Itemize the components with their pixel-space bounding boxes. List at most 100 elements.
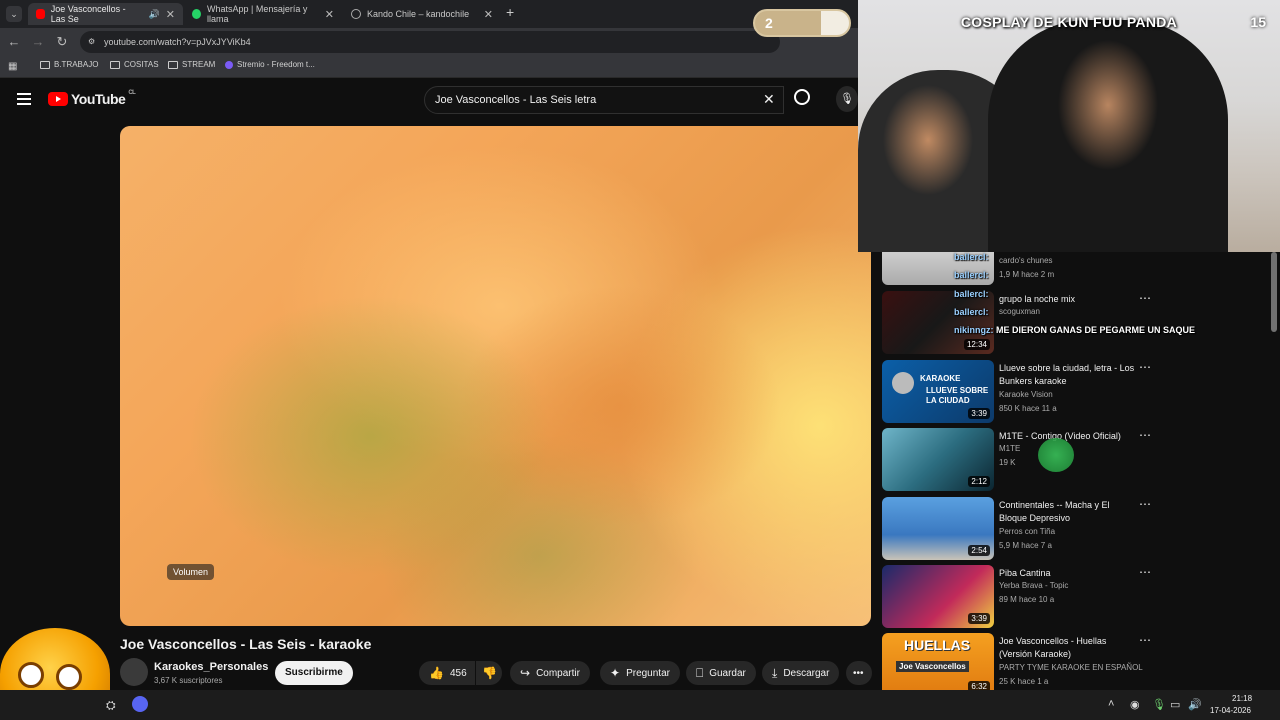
youtube-favicon-icon <box>36 9 45 19</box>
video-duration: 2:54 <box>968 545 990 556</box>
tray-chevron-icon[interactable]: ˄ <box>1108 698 1114 710</box>
tab-search-button[interactable]: ⌄ <box>6 6 22 22</box>
back-arrow-icon[interactable]: ← <box>6 34 22 50</box>
stremio-icon <box>225 60 233 69</box>
more-actions-button[interactable]: ••• <box>846 661 872 685</box>
reload-icon[interactable]: ↻ <box>54 34 70 50</box>
thumb-text: Joe Vasconcellos <box>896 661 969 672</box>
clock-date[interactable]: 17-04-2026 <box>1210 706 1251 715</box>
more-options-icon[interactable]: ⋯ <box>1139 633 1152 647</box>
url-text: youtube.com/watch?v=pJVxJYViKb4 <box>104 37 251 47</box>
list-item[interactable]: 2:54 Continentales -- Macha y El Bloque … <box>882 497 1262 561</box>
progress-value: 2 <box>765 15 773 31</box>
more-dots-icon: ••• <box>853 667 864 679</box>
share-button[interactable]: ↪ Compartir <box>510 661 590 685</box>
more-options-icon[interactable]: ⋯ <box>1139 291 1152 305</box>
region-code: CL <box>128 90 136 96</box>
rec-title[interactable]: Piba Cantina <box>999 567 1139 580</box>
download-button[interactable]: ⤓ Descargar <box>762 661 840 685</box>
list-item[interactable]: HUELLAS Joe Vasconcellos 6:32 Joe Vascon… <box>882 633 1262 690</box>
rec-channel: Perros con Tiña <box>999 527 1056 536</box>
site-info-icon[interactable]: ⚙ <box>88 31 95 53</box>
rec-title[interactable]: grupo la noche mix <box>999 293 1139 306</box>
channel-name[interactable]: Karaokes_Personales <box>154 661 268 673</box>
bookmark-folder[interactable]: STREAM <box>168 60 215 69</box>
clock-time[interactable]: 21:18 <box>1232 694 1252 703</box>
video-thumbnail[interactable]: 2:12 <box>882 428 994 491</box>
video-thumbnail[interactable]: 3:39 <box>882 565 994 628</box>
subscriber-count: 3,67 K suscriptores <box>154 676 223 685</box>
rec-title[interactable]: Llueve sobre la ciudad, letra - Los Bunk… <box>999 362 1139 388</box>
os-taskbar: ⛭ ˄ ◉ 🎙 ▭ 🔊 21:18 17-04-2026 <box>0 690 1280 720</box>
tray-network-icon[interactable]: ▭ <box>1170 698 1180 711</box>
apps-grid-icon[interactable]: ▦ <box>8 61 17 72</box>
tray-volume-icon[interactable]: 🔊 <box>1188 698 1202 711</box>
new-tab-button[interactable]: + <box>506 4 514 20</box>
rec-meta: 850 K hace 11 a <box>999 404 1057 413</box>
list-item[interactable]: cardo's chunes 1,9 M hace 2 m <box>882 252 1262 286</box>
list-item[interactable]: 12:34 grupo la noche mix scoguxman ⋯ <box>882 291 1262 355</box>
tab-whatsapp[interactable]: WhatsApp | Mensajería y llama ✕ <box>184 3 342 25</box>
discord-icon[interactable] <box>132 696 148 712</box>
search-input[interactable]: Joe Vasconcellos - Las Seis letra <box>424 86 784 114</box>
thumbs-down-icon: 👎 <box>482 666 497 680</box>
bookmark-folder[interactable]: COSITAS <box>110 60 159 69</box>
video-player[interactable]: Volumen <box>120 126 871 626</box>
rec-title[interactable]: M1TE - Contigo (Video Oficial) <box>999 430 1139 443</box>
download-label: Descargar <box>783 667 830 679</box>
forward-arrow-icon[interactable]: → <box>30 34 46 50</box>
youtube-logo[interactable]: YouTube CL <box>48 90 136 107</box>
close-tab-icon[interactable]: ✕ <box>325 8 334 21</box>
close-tab-icon[interactable]: ✕ <box>166 8 175 21</box>
clear-search-icon[interactable]: ✕ <box>763 91 775 108</box>
tab-kando[interactable]: Kando Chile – kandochile ✕ <box>343 3 501 25</box>
rec-meta: 19 K <box>999 458 1016 467</box>
speaker-icon[interactable]: 🔊 <box>149 9 160 20</box>
dislike-button[interactable]: 👎 <box>476 661 502 685</box>
tab-youtube[interactable]: Joe Vasconcellos - Las Se 🔊 ✕ <box>28 3 183 25</box>
rec-title[interactable]: Continentales -- Macha y El Bloque Depre… <box>999 499 1139 525</box>
bookmark-label: COSITAS <box>124 60 159 69</box>
bookmark-link[interactable]: Stremio - Freedom t... <box>225 60 315 69</box>
url-field[interactable]: ⚙ youtube.com/watch?v=pJVxJYViKb4 <box>80 31 780 53</box>
tray-mic-icon[interactable]: 🎙 <box>1152 698 1166 711</box>
tray-discord-icon[interactable]: ◉ <box>1130 698 1140 711</box>
tab-label: Kando Chile – kandochile <box>367 9 470 19</box>
video-duration: 12:34 <box>963 339 990 350</box>
menu-hamburger-icon[interactable] <box>17 93 31 105</box>
microphone-icon[interactable]: 🎙 <box>836 86 858 112</box>
search-icon[interactable] <box>794 89 810 105</box>
save-label: Guardar <box>709 667 746 679</box>
rec-channel: PARTY TYME KARAOKE EN ESPAÑOL <box>999 663 1143 672</box>
bookmark-label: STREAM <box>182 60 216 69</box>
close-tab-icon[interactable]: ✕ <box>484 8 493 21</box>
video-title: Joe Vasconcellos - Las Seis - karaoke <box>120 636 372 652</box>
more-options-icon[interactable]: ⋯ <box>1139 497 1152 511</box>
video-duration: 2:12 <box>968 476 990 487</box>
list-item[interactable]: KARAOKE LLUEVE SOBRE LA CIUDAD 3:39 Llue… <box>882 360 1262 424</box>
like-button[interactable]: 👍 456 <box>419 661 475 685</box>
video-thumbnail[interactable]: KARAOKE LLUEVE SOBRE LA CIUDAD 3:39 <box>882 360 994 423</box>
video-thumbnail[interactable]: HUELLAS Joe Vasconcellos 6:32 <box>882 633 994 690</box>
more-options-icon[interactable]: ⋯ <box>1139 428 1152 442</box>
save-button[interactable]: ⎕ Guardar <box>686 661 756 685</box>
video-duration: 3:39 <box>968 408 990 419</box>
ask-button[interactable]: ✦ Preguntar <box>600 661 680 685</box>
rec-meta: 89 M hace 10 a <box>999 595 1055 604</box>
rec-title[interactable]: Joe Vasconcellos - Huellas (Versión Kara… <box>999 635 1139 661</box>
subscribe-button[interactable]: Suscribirme <box>275 661 353 685</box>
sidebar-scrollbar[interactable] <box>1271 252 1277 332</box>
thumb-text: KARAOKE <box>920 374 961 383</box>
channel-avatar[interactable] <box>120 658 148 686</box>
folder-icon <box>168 60 178 69</box>
video-thumbnail[interactable]: 2:54 <box>882 497 994 560</box>
more-options-icon[interactable]: ⋯ <box>1139 360 1152 374</box>
more-options-icon[interactable]: ⋯ <box>1139 565 1152 579</box>
bookmark-folder[interactable]: B.TRABAJO <box>40 60 98 69</box>
list-item[interactable]: 2:12 M1TE - Contigo (Video Oficial) M1TE… <box>882 428 1262 492</box>
video-thumbnail[interactable]: 12:34 <box>882 291 994 354</box>
recommendations-sidebar: cardo's chunes 1,9 M hace 2 m 12:34 grup… <box>872 252 1280 690</box>
list-item[interactable]: 3:39 Piba Cantina Yerba Brava - Topic 89… <box>882 565 1262 629</box>
download-icon: ⤓ <box>772 665 778 680</box>
taskbar-app-icon[interactable]: ⛭ <box>106 698 116 713</box>
